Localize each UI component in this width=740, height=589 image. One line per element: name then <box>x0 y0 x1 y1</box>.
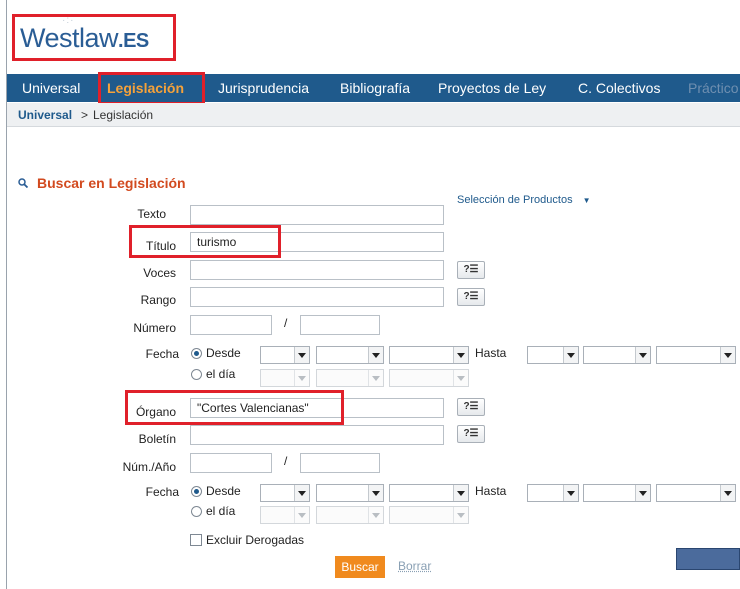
fecha-desde-day-select[interactable] <box>260 346 310 364</box>
fecha-el-dia-label: el día <box>206 367 236 381</box>
fecha-dia-day-select[interactable] <box>260 369 310 387</box>
fecha-desde-month-select[interactable] <box>316 346 384 364</box>
chevron-down-icon <box>635 347 650 363</box>
fecha-hasta-label: Hasta <box>475 346 507 360</box>
numero-label: Número <box>133 321 176 335</box>
nav-item-practico[interactable]: Práctico <box>688 80 739 96</box>
chevron-down-icon <box>368 347 383 363</box>
logo-highlight-box <box>12 14 176 61</box>
search-icon <box>18 178 28 188</box>
chevron-down-icon <box>294 370 309 386</box>
boletin-help-button[interactable]: ?☰ <box>457 425 485 443</box>
num-anio-number-input[interactable] <box>190 453 272 473</box>
fecha2-desde-month-select[interactable] <box>316 484 384 502</box>
fecha2-hasta-day-select[interactable] <box>527 484 579 502</box>
chevron-down-icon <box>453 370 468 386</box>
nav-item-proyectos-de-ley[interactable]: Proyectos de Ley <box>438 80 546 96</box>
boletin-input[interactable] <box>190 425 444 445</box>
titulo-highlight-box <box>129 225 281 258</box>
fecha2-hasta-year-select[interactable] <box>656 484 736 502</box>
chevron-down-icon <box>635 485 650 501</box>
blue-panel-button[interactable] <box>676 548 740 570</box>
fecha2-label: Fecha <box>145 485 179 499</box>
nav-item-c-colectivos[interactable]: C. Colectivos <box>578 80 660 96</box>
num-anio-year-input[interactable] <box>300 453 380 473</box>
chevron-down-icon <box>368 485 383 501</box>
num-anio-slash: / <box>284 454 288 468</box>
breadcrumb-separator: > <box>81 108 89 122</box>
voces-input[interactable] <box>190 260 444 280</box>
rango-input[interactable] <box>190 287 444 307</box>
organo-help-button[interactable]: ?☰ <box>457 398 485 416</box>
fecha2-desde-day-select[interactable] <box>260 484 310 502</box>
fecha2-hasta-month-select[interactable] <box>583 484 651 502</box>
search-title: Buscar en Legislación <box>37 175 186 191</box>
borrar-link[interactable]: Borrar <box>398 559 431 573</box>
excluir-derogadas-checkbox[interactable] <box>190 534 202 546</box>
chevron-down-icon <box>453 485 468 501</box>
fecha-hasta-month-select[interactable] <box>583 346 651 364</box>
fecha-desde-year-select[interactable] <box>389 346 469 364</box>
numero-slash: / <box>284 316 288 330</box>
fecha-dia-year-select[interactable] <box>389 369 469 387</box>
voces-help-button[interactable]: ?☰ <box>457 261 485 279</box>
fecha2-el-dia-label: el día <box>206 504 236 518</box>
breadcrumb: Universal > Legislación <box>7 103 740 127</box>
chevron-down-icon: ▼ <box>582 196 591 205</box>
excluir-derogadas-label: Excluir Derogadas <box>206 533 305 547</box>
fecha2-desde-radio[interactable] <box>191 486 202 497</box>
fecha2-desde-label: Desde <box>206 484 241 498</box>
fecha2-dia-day-select[interactable] <box>260 506 310 524</box>
chevron-down-icon <box>368 370 383 386</box>
nav-item-universal[interactable]: Universal <box>22 80 80 96</box>
fecha2-desde-year-select[interactable] <box>389 484 469 502</box>
chevron-down-icon <box>563 485 578 501</box>
product-selection-label: Selección de Productos <box>457 194 573 206</box>
chevron-down-icon <box>294 485 309 501</box>
fecha2-dia-month-select[interactable] <box>316 506 384 524</box>
num-anio-label: Núm./Año <box>122 460 176 474</box>
rango-help-button[interactable]: ?☰ <box>457 288 485 306</box>
fecha2-hasta-label: Hasta <box>475 484 507 498</box>
fecha-el-dia-radio[interactable] <box>191 369 202 380</box>
chevron-down-icon <box>453 507 468 523</box>
organo-highlight-box <box>125 390 344 425</box>
fecha-hasta-year-select[interactable] <box>656 346 736 364</box>
fecha-label: Fecha <box>145 347 179 361</box>
chevron-down-icon <box>453 347 468 363</box>
fecha2-dia-year-select[interactable] <box>389 506 469 524</box>
chevron-down-icon <box>563 347 578 363</box>
texto-input[interactable] <box>190 205 444 225</box>
chevron-down-icon <box>294 347 309 363</box>
nav-item-jurisprudencia[interactable]: Jurisprudencia <box>218 80 309 96</box>
numero-year-input[interactable] <box>300 315 380 335</box>
nav-highlight-box <box>98 72 205 105</box>
boletin-label: Boletín <box>138 432 176 446</box>
buscar-button[interactable]: Buscar <box>335 556 385 578</box>
nav-item-bibliografia[interactable]: Bibliografía <box>340 80 410 96</box>
breadcrumb-universal-link[interactable]: Universal <box>18 108 72 122</box>
fecha-desde-radio[interactable] <box>191 348 202 359</box>
rango-label: Rango <box>140 293 176 307</box>
chevron-down-icon <box>720 485 735 501</box>
chevron-down-icon <box>720 347 735 363</box>
texto-label: Texto <box>137 207 166 221</box>
chevron-down-icon <box>294 507 309 523</box>
numero-input[interactable] <box>190 315 272 335</box>
product-selection-link[interactable]: Selección de Productos ▼ <box>457 194 591 206</box>
chevron-down-icon <box>368 507 383 523</box>
fecha-hasta-day-select[interactable] <box>527 346 579 364</box>
breadcrumb-current: Legislación <box>93 108 154 122</box>
voces-label: Voces <box>143 266 176 280</box>
fecha2-el-dia-radio[interactable] <box>191 506 202 517</box>
fecha-desde-label: Desde <box>206 346 241 360</box>
fecha-dia-month-select[interactable] <box>316 369 384 387</box>
